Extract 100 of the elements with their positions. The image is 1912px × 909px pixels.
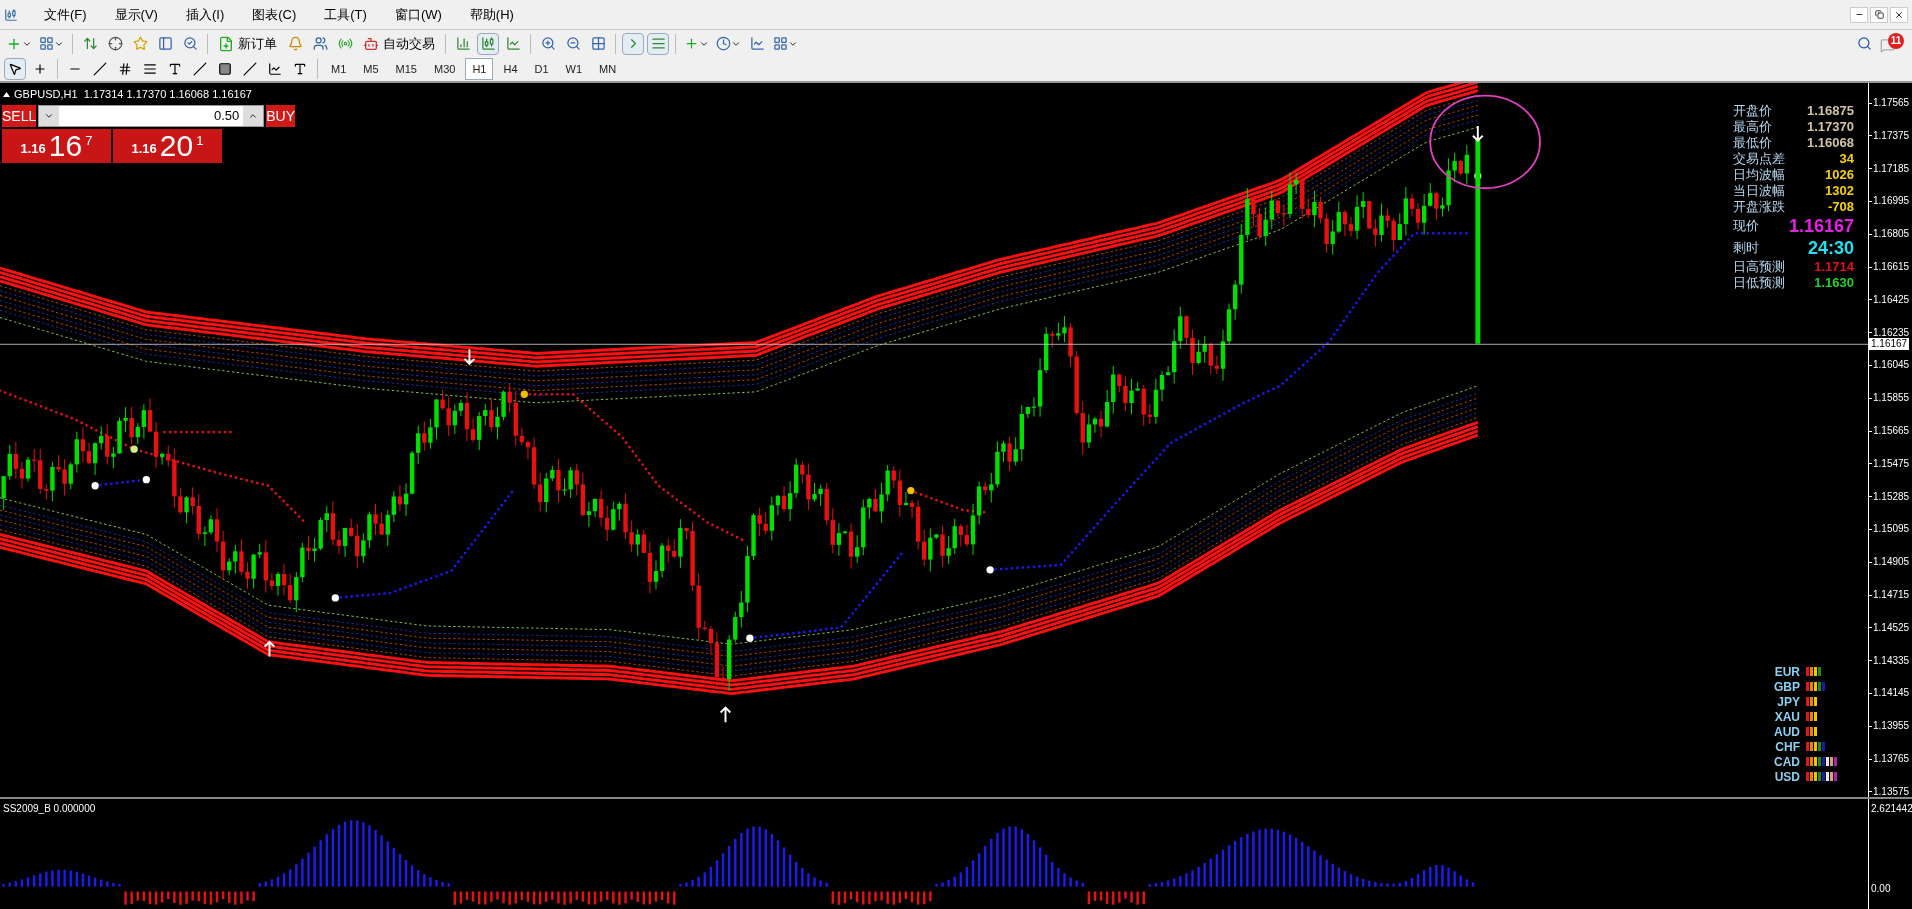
indicator-label: SS2009_B 0.000000 xyxy=(3,802,96,816)
buy-button[interactable]: BUY xyxy=(266,105,296,127)
new-order-button[interactable]: 新订单 xyxy=(214,32,281,55)
info-label: 现价 xyxy=(1732,217,1760,235)
timeframe-button[interactable]: M15 xyxy=(388,58,424,80)
menu-item[interactable]: 插入(I) xyxy=(171,4,239,25)
cursor-button[interactable] xyxy=(4,58,26,80)
indicators-icon xyxy=(684,36,699,51)
currency-label: CHF xyxy=(1774,738,1800,756)
price-tick-label: 1.16995 xyxy=(1873,195,1910,208)
timeframe-button[interactable]: H4 xyxy=(496,58,525,80)
menu-item[interactable]: 显示(V) xyxy=(100,4,172,25)
currency-label: EUR xyxy=(1773,663,1800,681)
search-icon[interactable] xyxy=(1857,36,1872,51)
price-tick-label: 1.15855 xyxy=(1873,392,1910,405)
text-label-icon xyxy=(293,62,307,76)
info-value: 1.17370 xyxy=(1806,119,1854,135)
info-label: 当日波幅 xyxy=(1732,183,1785,199)
chart-shift-button[interactable] xyxy=(647,32,669,55)
new-order-icon xyxy=(218,35,234,52)
timeframe-button[interactable]: H1 xyxy=(465,58,494,80)
info-value: 1026 xyxy=(1824,167,1854,183)
info-label: 最低价 xyxy=(1732,135,1773,151)
lot-size-spinner[interactable]: 0.50 xyxy=(38,105,265,127)
star-icon xyxy=(132,36,148,51)
currency-label: GBP xyxy=(1773,678,1800,696)
price-tick-label: 1.13955 xyxy=(1873,720,1910,733)
info-value: -708 xyxy=(1826,199,1854,215)
rectangle-icon xyxy=(218,62,232,76)
up-arrow-icon xyxy=(263,640,276,658)
lot-size-field[interactable]: 0.50 xyxy=(59,106,244,126)
collapse-triangle-icon[interactable] xyxy=(3,91,10,97)
candlestick-button[interactable] xyxy=(477,32,499,55)
currency-label: XAU xyxy=(1773,708,1800,726)
price-tick-label: 1.17565 xyxy=(1873,97,1910,109)
timeframe-button[interactable]: M30 xyxy=(426,58,463,80)
timeframe-button[interactable]: W1 xyxy=(558,58,590,80)
close-button[interactable] xyxy=(1890,6,1908,23)
symbol-info-text: GBPUSD,H1 1.17314 1.17370 1.16068 1.16167 xyxy=(14,87,252,102)
price-tick-label: 1.17375 xyxy=(1873,129,1910,142)
price-tick-label: 1.15475 xyxy=(1873,457,1910,470)
price-tick-label: 1.13765 xyxy=(1873,753,1910,765)
crosshair-icon xyxy=(33,62,47,76)
auto-trading-button[interactable]: 自动交易 xyxy=(359,32,439,55)
price-tick-label: 1.14145 xyxy=(1873,687,1910,700)
current-price-label: 1.16167 xyxy=(1869,338,1910,350)
info-value: 24:30 xyxy=(1806,237,1854,259)
timeframe-button[interactable]: D1 xyxy=(527,58,556,80)
close-icon xyxy=(1894,9,1904,20)
info-label: 交易点差 xyxy=(1732,151,1785,167)
bell-icon xyxy=(287,36,303,51)
clock-icon xyxy=(716,36,731,51)
bar-chart-icon xyxy=(455,36,471,51)
timeframe-button[interactable]: M5 xyxy=(356,58,386,80)
price-tick-label: 1.14715 xyxy=(1873,589,1910,601)
info-value: 1.1714 xyxy=(1813,259,1854,275)
price-tick-label: 1.14525 xyxy=(1873,621,1910,634)
notification-badge: 11 xyxy=(1888,32,1904,49)
menu-item[interactable]: 帮助(H) xyxy=(455,4,528,25)
menu-item[interactable]: 图表(C) xyxy=(238,4,311,25)
info-label: 日均波幅 xyxy=(1732,167,1785,183)
sell-button[interactable]: SELL xyxy=(2,105,37,127)
auto-trading-icon xyxy=(363,35,379,52)
timeframe-button[interactable]: M1 xyxy=(324,58,354,80)
menu-item[interactable]: 工具(T) xyxy=(310,4,381,25)
timeframe-button[interactable]: MN xyxy=(592,58,624,80)
menu-item[interactable]: 文件(F) xyxy=(30,4,101,25)
info-value: 1302 xyxy=(1824,183,1854,199)
currency-label: AUD xyxy=(1773,723,1800,741)
down-caret-icon xyxy=(44,111,55,121)
info-value: 1.1630 xyxy=(1813,275,1854,291)
restore-button[interactable] xyxy=(1870,6,1888,23)
info-label: 开盘涨跌 xyxy=(1732,199,1785,215)
zoom-out-icon xyxy=(565,36,581,51)
price-tick-label: 1.17185 xyxy=(1873,162,1910,175)
price-tick-label: 1.16235 xyxy=(1873,326,1910,339)
price-tick-label: 1.16805 xyxy=(1873,228,1910,241)
price-tick-label: 1.13575 xyxy=(1873,785,1910,798)
price-tick-label: 1.15095 xyxy=(1873,523,1910,536)
info-label: 最高价 xyxy=(1732,119,1773,135)
down-arrow-icon xyxy=(463,348,476,366)
info-value: 1.16875 xyxy=(1806,103,1854,119)
trendline-icon xyxy=(93,62,107,76)
price-tick-label: 1.16425 xyxy=(1873,293,1910,306)
currency-label: USD xyxy=(1773,768,1800,786)
chart-window-icon xyxy=(4,7,18,22)
down-arrow-icon xyxy=(1471,125,1484,143)
zoom-in-icon xyxy=(540,36,556,51)
menu-item[interactable]: 窗口(W) xyxy=(380,4,456,25)
minimize-button[interactable] xyxy=(1850,6,1868,23)
indicator-zero-label: 0.00 xyxy=(1871,882,1891,896)
candlestick-icon xyxy=(480,36,496,51)
indicator-max-label: 2.621442 xyxy=(1871,802,1912,816)
info-label: 开盘价 xyxy=(1732,103,1773,119)
info-value: 1.16167 xyxy=(1788,215,1854,237)
price-tick-label: 1.15665 xyxy=(1873,425,1910,437)
restore-icon xyxy=(1874,10,1884,19)
up-arrow-icon xyxy=(719,706,732,724)
info-value: 1.16068 xyxy=(1806,135,1854,151)
price-tick-label: 1.14335 xyxy=(1873,654,1910,667)
